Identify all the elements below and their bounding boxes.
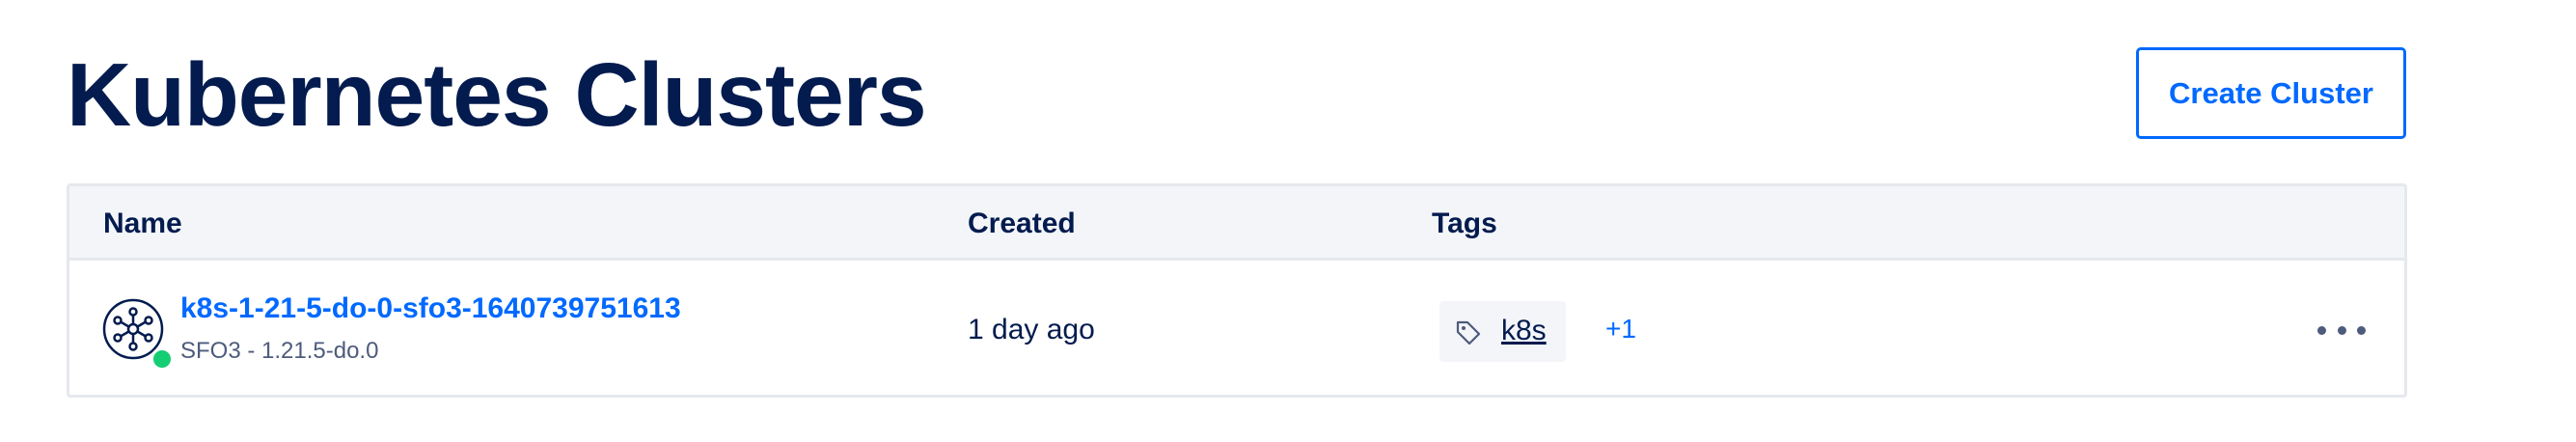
cluster-name-link[interactable]: k8s-1-21-5-do-0-sfo3-1640739751613 xyxy=(180,292,681,325)
more-dot xyxy=(2337,325,2346,335)
clusters-table: Name Created Tags k8s-1-21-5-do-0-sfo3-1… xyxy=(67,183,2407,398)
create-cluster-button[interactable]: Create Cluster xyxy=(2136,47,2406,139)
tag-icon xyxy=(1456,320,1481,345)
page-title: Kubernetes Clusters xyxy=(67,44,927,145)
cluster-region-version: SFO3 - 1.21.5-do.0 xyxy=(180,338,379,364)
column-header-tags: Tags xyxy=(1432,207,1497,239)
tag-label[interactable]: k8s xyxy=(1501,315,1547,347)
more-tags-count[interactable]: +1 xyxy=(1605,314,1636,345)
table-header: Name Created Tags xyxy=(69,186,2404,261)
created-time: 1 day ago xyxy=(968,314,1095,345)
tag-chip[interactable]: k8s xyxy=(1439,301,1566,362)
table-row: k8s-1-21-5-do-0-sfo3-1640739751613 SFO3 … xyxy=(69,261,2404,395)
column-header-created[interactable]: Created xyxy=(968,207,1076,240)
column-header-name[interactable]: Name xyxy=(103,207,182,240)
more-dot xyxy=(2317,325,2326,335)
status-indicator xyxy=(151,347,174,371)
more-options-icon[interactable] xyxy=(2317,317,2366,344)
more-dot xyxy=(2357,325,2366,335)
